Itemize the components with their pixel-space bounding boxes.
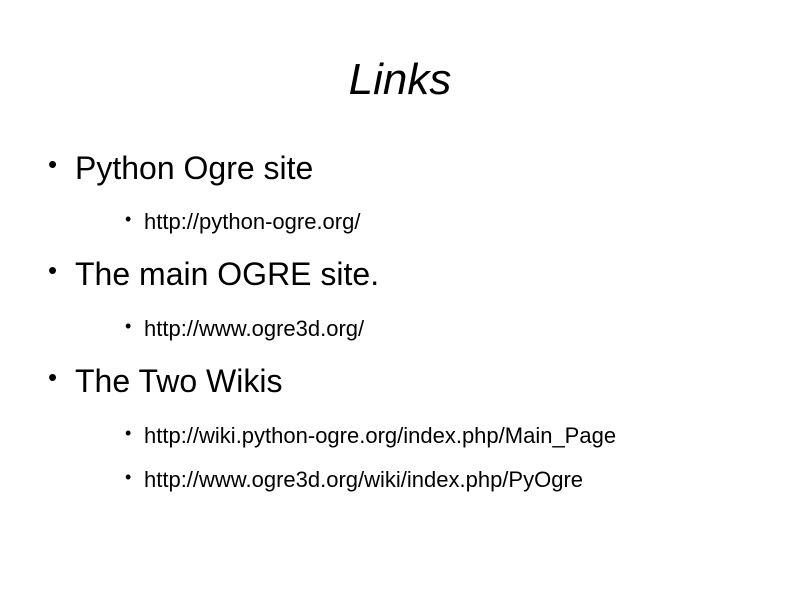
url-text: http://python-ogre.org/ xyxy=(144,209,361,234)
slide: Links • Python Ogre site • http://python… xyxy=(0,0,800,600)
bullet-icon: • xyxy=(125,209,132,229)
bullet-icon: • xyxy=(48,149,58,179)
bullet-icon: • xyxy=(125,316,132,336)
bullet-icon: • xyxy=(48,255,58,285)
url-text: http://www.ogre3d.org/wiki/index.php/PyO… xyxy=(144,467,584,492)
bullet-icon: • xyxy=(125,467,132,487)
url-text: http://wiki.python-ogre.org/index.php/Ma… xyxy=(144,423,617,448)
bullet-text: Python Ogre site xyxy=(75,150,314,186)
bullet-text: The Two Wikis xyxy=(75,363,283,399)
bullet-text: The main OGRE site. xyxy=(75,256,380,292)
bullet-icon: • xyxy=(125,423,132,443)
url-text: http://www.ogre3d.org/ xyxy=(144,316,365,341)
slide-title: Links xyxy=(348,55,452,104)
bullet-icon: • xyxy=(48,362,58,392)
